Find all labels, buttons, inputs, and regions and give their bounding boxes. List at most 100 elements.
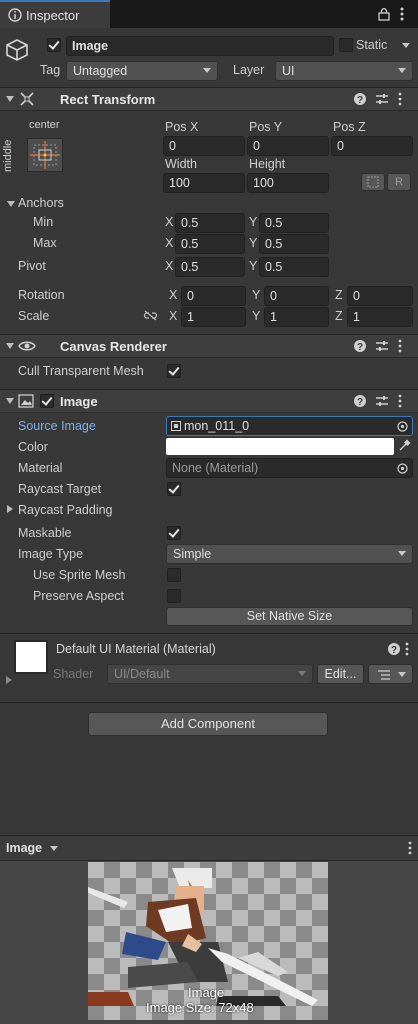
- edit-shader-button[interactable]: Edit...: [317, 664, 364, 684]
- rotation-x-field[interactable]: 0: [181, 286, 246, 306]
- height-label: Height: [249, 157, 286, 171]
- anchor-max-y-field[interactable]: 0.5: [259, 234, 329, 254]
- raycast-target-checkbox[interactable]: [167, 482, 181, 496]
- eye-icon: [18, 341, 36, 351]
- foldout-arrow-icon[interactable]: [6, 343, 14, 349]
- material-label: Material: [18, 461, 63, 475]
- pos-y-label: Pos Y: [249, 120, 283, 134]
- width-label: Width: [165, 157, 197, 171]
- anchor-preset-button[interactable]: [27, 138, 63, 172]
- pos-y-field[interactable]: 0: [247, 136, 329, 156]
- preserve-aspect-label: Preserve Aspect: [33, 589, 125, 603]
- image-type-dropdown[interactable]: Simple: [166, 544, 413, 564]
- foldout-arrow-icon[interactable]: [6, 398, 14, 404]
- foldout-arrow-icon[interactable]: [6, 96, 14, 102]
- image-enabled-checkbox[interactable]: [40, 394, 54, 408]
- width-field[interactable]: 100: [163, 173, 245, 193]
- pos-z-field[interactable]: 0: [331, 136, 413, 156]
- preserve-aspect-checkbox[interactable]: [167, 589, 181, 603]
- image-component-header[interactable]: Image ?: [0, 389, 418, 413]
- help-icon[interactable]: ?: [354, 395, 366, 407]
- use-sprite-mesh-checkbox[interactable]: [167, 568, 181, 582]
- presets-icon[interactable]: [376, 340, 388, 352]
- presets-icon[interactable]: [376, 93, 388, 105]
- lock-icon[interactable]: [378, 8, 390, 21]
- svg-text:?: ?: [357, 95, 363, 105]
- scale-label: Scale: [18, 309, 50, 323]
- color-swatch[interactable]: [166, 438, 394, 455]
- pos-x-label: Pos X: [165, 120, 199, 134]
- component-menu-icon[interactable]: [398, 339, 402, 353]
- layer-dropdown[interactable]: UI: [275, 61, 413, 81]
- source-image-field[interactable]: mon_011_0: [166, 416, 413, 436]
- anchor-min-y-field[interactable]: 0.5: [259, 213, 329, 233]
- component-menu-icon[interactable]: [398, 394, 402, 408]
- help-icon[interactable]: ?: [354, 93, 366, 105]
- object-name-field[interactable]: Image: [66, 36, 334, 56]
- kebab-menu-icon[interactable]: [400, 7, 404, 21]
- eyedropper-icon[interactable]: [398, 439, 411, 452]
- list-icon: [378, 670, 390, 680]
- pivot-x-field[interactable]: 0.5: [175, 257, 245, 277]
- preview-size-caption: Image Size: 72x48: [146, 1000, 254, 1015]
- height-field[interactable]: 100: [247, 173, 329, 193]
- help-icon[interactable]: ?: [354, 340, 366, 352]
- cull-transparent-mesh-checkbox[interactable]: [167, 364, 181, 378]
- preview-dropdown-label: Image: [6, 841, 43, 855]
- pivot-label: Pivot: [18, 259, 46, 273]
- pivot-y-letter: Y: [249, 259, 258, 273]
- source-image-value: mon_011_0: [184, 419, 250, 433]
- pos-z-label: Pos Z: [333, 120, 366, 134]
- help-icon[interactable]: ?: [388, 643, 400, 655]
- material-foldout-icon[interactable]: [6, 676, 12, 684]
- raycast-padding-foldout-icon[interactable]: [7, 505, 13, 513]
- raw-edit-button[interactable]: R: [387, 173, 411, 191]
- tab-inspector[interactable]: Inspector: [0, 0, 110, 28]
- preview-header: Image: [0, 835, 418, 861]
- rotation-y-field[interactable]: 0: [264, 286, 329, 306]
- set-native-size-button[interactable]: Set Native Size: [166, 607, 413, 626]
- anchor-min-x-field[interactable]: 0.5: [175, 213, 245, 233]
- rotation-z-field[interactable]: 0: [347, 286, 413, 306]
- static-checkbox[interactable]: [339, 38, 353, 52]
- constrain-proportions-link-icon[interactable]: [143, 310, 158, 321]
- canvas-renderer-header[interactable]: Canvas Renderer ?: [0, 334, 418, 358]
- rotation-x-letter: X: [169, 288, 178, 302]
- rect-transform-icon: [20, 92, 34, 106]
- rect-transform-title: Rect Transform: [60, 92, 156, 107]
- blueprint-mode-button[interactable]: [361, 173, 385, 191]
- tag-dropdown[interactable]: Untagged: [66, 61, 218, 81]
- component-menu-icon[interactable]: [398, 92, 402, 106]
- active-checkbox[interactable]: [47, 38, 61, 52]
- material-menu-icon[interactable]: [405, 642, 409, 656]
- scale-x-field[interactable]: 1: [181, 307, 246, 327]
- preview-menu-icon[interactable]: [408, 841, 412, 855]
- material-title: Default UI Material (Material): [56, 642, 216, 656]
- anchors-foldout-icon[interactable]: [7, 201, 15, 207]
- material-field[interactable]: None (Material): [166, 458, 413, 478]
- anchor-max-x-field[interactable]: 0.5: [175, 234, 245, 254]
- sprite-icon: [171, 421, 181, 431]
- scale-z-field[interactable]: 1: [347, 307, 413, 327]
- preview-caption: Image: [188, 985, 225, 1000]
- chevron-down-icon: [398, 672, 406, 677]
- shader-dropdown[interactable]: UI/Default: [107, 664, 313, 684]
- static-dropdown-icon[interactable]: [402, 43, 410, 48]
- shader-label: Shader: [53, 667, 94, 681]
- maskable-checkbox[interactable]: [167, 526, 181, 540]
- svg-text:?: ?: [391, 645, 397, 655]
- tab-label: Inspector: [26, 8, 80, 23]
- object-picker-icon[interactable]: [397, 463, 408, 474]
- presets-icon[interactable]: [376, 395, 388, 407]
- rotation-z-letter: Z: [335, 288, 343, 302]
- separator: [0, 702, 418, 703]
- chevron-down-icon: [50, 846, 58, 851]
- add-component-button[interactable]: Add Component: [88, 712, 328, 736]
- pivot-y-field[interactable]: 0.5: [259, 257, 329, 277]
- pos-x-field[interactable]: 0: [163, 136, 245, 156]
- object-picker-icon[interactable]: [397, 421, 408, 432]
- shader-options-dropdown[interactable]: [368, 664, 413, 684]
- scale-y-field[interactable]: 1: [264, 307, 329, 327]
- rect-transform-header[interactable]: Rect Transform ?: [0, 87, 418, 111]
- preview-dropdown[interactable]: Image: [0, 836, 62, 860]
